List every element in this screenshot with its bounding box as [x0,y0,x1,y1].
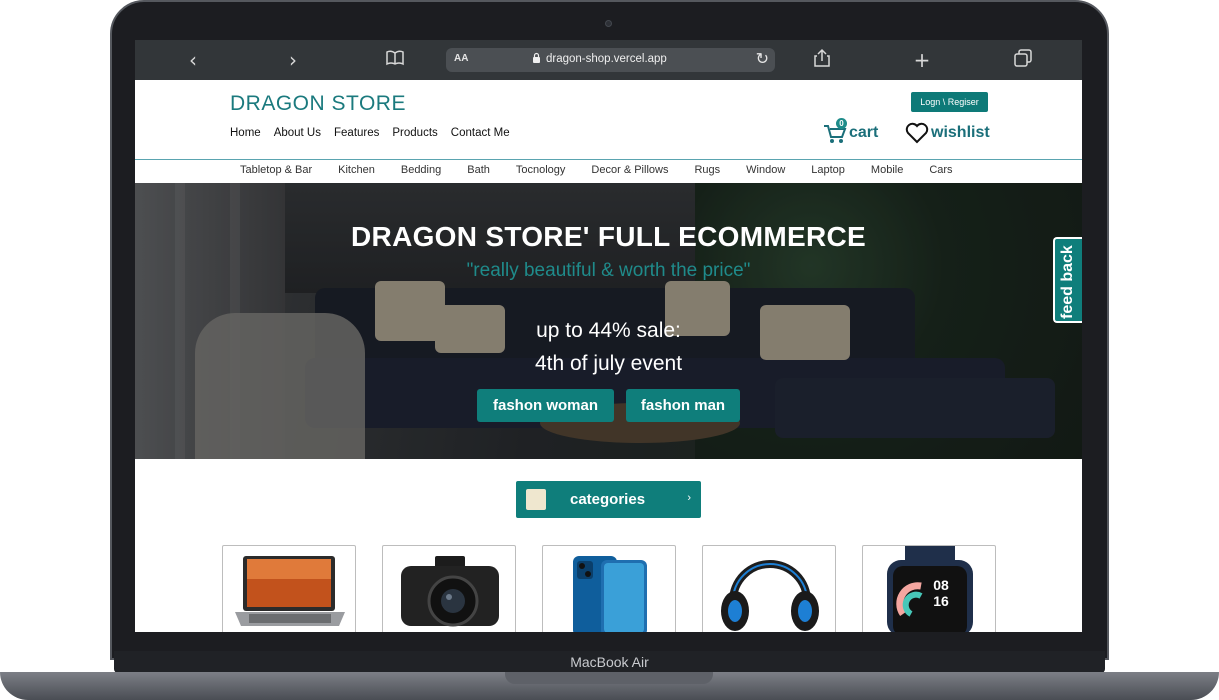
chevron-right-icon: › [687,492,691,504]
smartwatch-image: 08 16 [887,546,973,632]
categories-label: categories [570,491,646,508]
laptop-frame: MacBook Air ‹ › AA dragon-shop.vercel.ap… [0,0,1219,700]
hero-quote: "really beautiful & worth the price" [466,260,751,281]
forward-icon[interactable]: › [281,48,305,72]
category-window[interactable]: Window [746,164,785,176]
nav-features[interactable]: Features [334,127,379,139]
feedback-label: feed back [1059,245,1076,319]
reload-icon[interactable]: ↻ [756,49,769,69]
category-cars[interactable]: Cars [929,164,952,176]
tabs-icon[interactable] [1011,48,1035,72]
product-card-laptop[interactable] [222,545,356,632]
category-kitchen[interactable]: Kitchen [338,164,375,176]
category-bath[interactable]: Bath [467,164,490,176]
plus-icon[interactable]: + [910,48,934,72]
reader-aa[interactable]: AA [454,53,468,64]
category-bar: Tabletop & Bar Kitchen Bedding Bath Tocn… [135,159,1082,183]
nav-contact[interactable]: Contact Me [451,127,510,139]
laptop-image [235,556,345,626]
back-icon[interactable]: ‹ [181,48,205,72]
note-icon [526,489,546,510]
headset-image [721,560,819,631]
cart-count-badge: 0 [836,118,847,129]
product-card-phone[interactable] [542,545,676,632]
main-nav: Home About Us Features Products Contact … [230,127,510,139]
cart-label: cart [849,124,879,141]
hero-title: DRAGON STORE' FULL ECOMMERCE [351,221,866,252]
nav-products[interactable]: Products [392,127,437,139]
lock-icon [532,52,541,66]
hero-sale-text: up to 44% sale: [536,319,681,342]
product-card-headset[interactable] [702,545,836,632]
hero-banner: DRAGON STORE' FULL ECOMMERCE "really bea… [135,183,1082,459]
site-title[interactable]: DRAGON STORE [230,92,406,116]
category-bedding[interactable]: Bedding [401,164,441,176]
category-tabletop[interactable]: Tabletop & Bar [240,164,312,176]
browser-toolbar: ‹ › AA dragon-shop.vercel.app ↻ + [135,40,1082,80]
category-decor[interactable]: Decor & Pillows [591,164,668,176]
nav-home[interactable]: Home [230,127,261,139]
login-register-button[interactable]: Logn \ Regiser [911,92,988,112]
laptop-notch [505,672,713,684]
nav-about[interactable]: About Us [274,127,321,139]
category-rugs[interactable]: Rugs [694,164,720,176]
cart-link[interactable]: 0 cart [823,118,879,144]
watch-minute: 16 [933,593,949,609]
product-card-camera[interactable] [382,545,516,632]
phone-image [573,556,647,632]
fashion-woman-button[interactable]: fashon woman [477,389,614,422]
watch-hour: 08 [933,577,949,593]
screen: ‹ › AA dragon-shop.vercel.app ↻ + DRAGON… [135,40,1082,632]
category-laptop[interactable]: Laptop [811,164,845,176]
product-card-smartwatch[interactable]: 08 16 [862,545,996,632]
categories-button[interactable]: categories › [516,481,701,518]
url-text: dragon-shop.vercel.app [546,53,667,65]
wishlist-link[interactable]: wishlist [905,122,990,144]
book-icon[interactable] [383,48,407,72]
camera-image [401,556,499,627]
feedback-tab[interactable]: feed back [1053,237,1082,323]
cart-icon: 0 [823,118,847,144]
url-bar[interactable]: AA dragon-shop.vercel.app ↻ [446,48,775,72]
wishlist-label: wishlist [931,124,990,141]
fashion-man-button[interactable]: fashon man [626,389,740,422]
category-mobile[interactable]: Mobile [871,164,903,176]
heart-icon [905,122,929,144]
share-icon[interactable] [810,48,834,72]
device-brand: MacBook Air [570,654,649,670]
hero-event-text: 4th of july event [534,352,683,375]
camera-icon [605,20,612,27]
category-technology[interactable]: Tocnology [516,164,566,176]
